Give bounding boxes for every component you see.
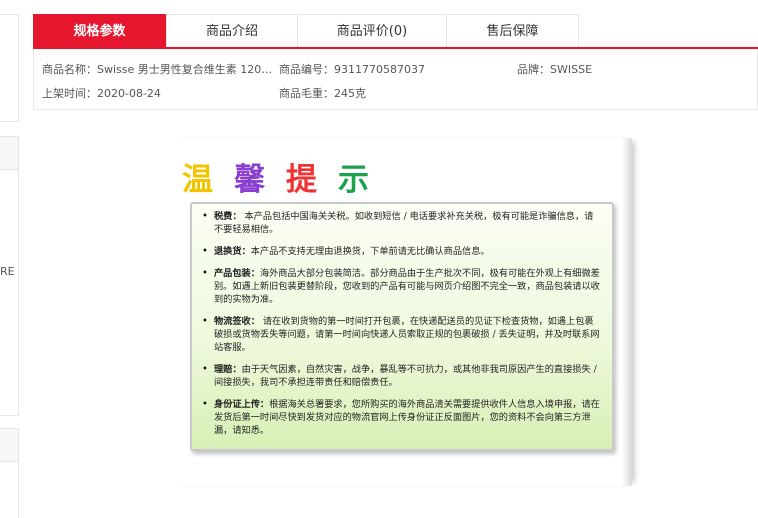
warm-notice-image: 温 馨 提 示 税费： 本产品包括中国海关关税。如收到短信 / 电话要求补充关税… [168, 138, 632, 486]
spec-product-code: 商品编号：9311770587037 [279, 63, 425, 76]
tab-product-intro[interactable]: 商品介绍 [166, 14, 298, 47]
product-detail-tabs: 规格参数 商品介绍 商品评价(0) 售后保障 [33, 14, 758, 49]
sidebar-fragment-text: RE [0, 265, 15, 278]
spec-brand: 品牌：SWISSE [517, 63, 593, 76]
notice-item-claims: 理赔：由于天气因素，自然灾害，战争，暴乱等不可抗力，或其他非我司原因产生的直接损… [202, 363, 602, 389]
headline-char-3: 提 [286, 162, 317, 198]
headline-char-4: 示 [338, 162, 369, 198]
notice-item-returns: 退换货：本产品不支持无理由退换货，下单前请无比确认商品信息。 [202, 245, 602, 258]
tab-after-sales[interactable]: 售后保障 [446, 14, 579, 47]
sidebar-panel-header [0, 137, 18, 170]
spec-listing-date: 上架时间：2020-08-24 [42, 87, 161, 100]
tab-specs[interactable]: 规格参数 [33, 14, 166, 47]
spec-gross-weight: 商品毛重：245克 [279, 87, 366, 100]
notice-item-tax: 税费： 本产品包括中国海关关税。如收到短信 / 电话要求补充关税，极有可能是诈骗… [202, 210, 602, 236]
notice-card: 税费： 本产品包括中国海关关税。如收到短信 / 电话要求补充关税，极有可能是诈骗… [190, 202, 614, 451]
sidebar-panel-middle: RE [0, 136, 19, 416]
headline-char-2: 馨 [234, 162, 265, 198]
sidebar-panel-top [0, 14, 19, 122]
notice-item-id-upload: 身份证上传：根据海关总署要求，您所购买的海外商品清关需要提供收件人信息入境申报，… [202, 398, 602, 437]
headline-char-1: 温 [182, 162, 213, 198]
sidebar-panel-header [0, 429, 18, 462]
image-edge-shadow [622, 138, 632, 486]
spec-table: 商品名称：Swisse 男士男性复合维生素 120粒 ... 商品编号：9311… [33, 49, 758, 110]
spec-product-name: 商品名称：Swisse 男士男性复合维生素 120粒 ... [42, 63, 278, 76]
tab-product-reviews[interactable]: 商品评价(0) [297, 14, 447, 47]
notice-item-packaging: 产品包装：海外商品大部分包装简洁。部分商品由于生产批次不同，极有可能在外观上有细… [202, 267, 602, 306]
sidebar-panel-bottom [0, 428, 19, 518]
notice-item-delivery: 物流签收： 请在收到货物的第一时间打开包裹，在快递配送员的见证下检查货物，如遇上… [202, 315, 602, 354]
